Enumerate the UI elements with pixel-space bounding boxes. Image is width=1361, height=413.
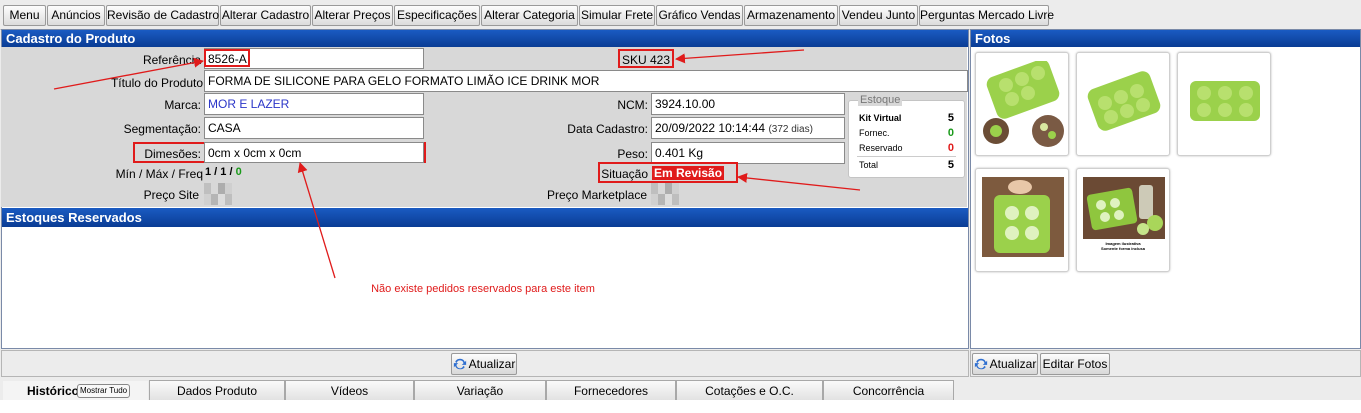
- arrow-situacao: [737, 172, 861, 191]
- arrow-dimesoes: [297, 162, 336, 279]
- annotation-arrows: [53, 49, 861, 279]
- arrow-sku: [675, 49, 805, 64]
- arrow-referencia: [53, 57, 204, 90]
